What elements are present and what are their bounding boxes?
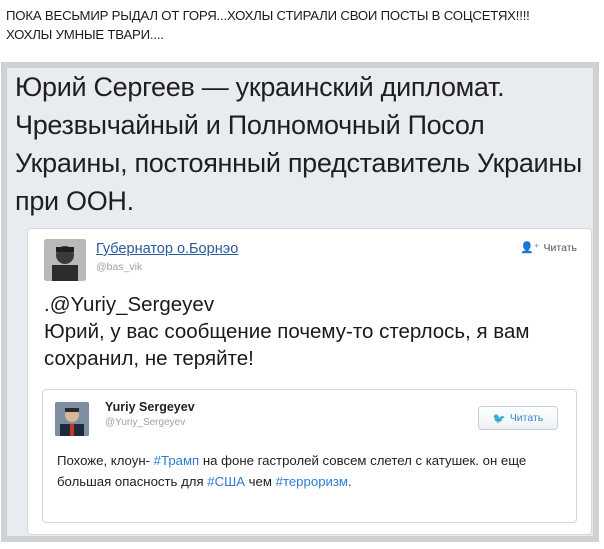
twitter-bird-icon: 🐦 bbox=[492, 412, 506, 425]
follow-button[interactable]: 👤⁺ Читать bbox=[520, 241, 577, 255]
quoted-text-part-3: чем bbox=[245, 474, 276, 489]
screenshot-image: Юрий Сергеев — украинский дипломат. Чрез… bbox=[1, 62, 599, 542]
caption-line-1: ПОКА ВЕСЬМИР РЫДАЛ ОТ ГОРЯ...ХОХЛЫ СТИРА… bbox=[6, 8, 530, 23]
author-avatar[interactable] bbox=[44, 239, 86, 281]
tweet-text: .@Yuriy_Sergeyev Юрий, у вас сообщение п… bbox=[44, 291, 579, 372]
tweet-message: Юрий, у вас сообщение почему-то стерлось… bbox=[44, 320, 530, 370]
hashtag-usa[interactable]: #США bbox=[207, 474, 245, 489]
tweet-mention[interactable]: .@Yuriy_Sergeyev bbox=[44, 291, 579, 318]
quoted-tweet-text: Похоже, клоун- #Трамп на фоне гастролей … bbox=[57, 450, 567, 492]
hashtag-trump[interactable]: #Трамп bbox=[154, 453, 200, 468]
follow-label: Читать bbox=[543, 241, 577, 254]
caption-line-2: ХОХЛЫ УМНЫЕ ТВАРИ.... bbox=[6, 27, 164, 42]
post-caption: ПОКА ВЕСЬМИР РЫДАЛ ОТ ГОРЯ...ХОХЛЫ СТИРА… bbox=[6, 6, 600, 44]
quoted-author-handle: @Yuriy_Sergeyev bbox=[105, 417, 186, 428]
quoted-text-part-1: Похоже, клоун- bbox=[57, 453, 154, 468]
hashtag-terrorism[interactable]: #терроризм bbox=[276, 474, 348, 489]
quoted-tweet-card: Yuriy Sergeyev @Yuriy_Sergeyev 🐦 Читать … bbox=[42, 389, 577, 523]
tweet-card: Губернатор о.Борнэо @bas_vik 👤⁺ Читать .… bbox=[27, 228, 592, 535]
quoted-text-part-4: . bbox=[348, 474, 352, 489]
author-name-link[interactable]: Губернатор о.Борнэо bbox=[96, 241, 238, 257]
quoted-follow-button[interactable]: 🐦 Читать bbox=[478, 406, 558, 430]
author-handle: @bas_vik bbox=[96, 261, 143, 273]
image-headline: Юрий Сергеев — украинский дипломат. Чрез… bbox=[15, 72, 583, 216]
quoted-author-avatar[interactable] bbox=[55, 402, 89, 436]
quoted-author-name[interactable]: Yuriy Sergeyev bbox=[105, 400, 195, 414]
add-user-icon: 👤⁺ bbox=[520, 242, 540, 254]
quoted-follow-label: Читать bbox=[509, 412, 544, 424]
